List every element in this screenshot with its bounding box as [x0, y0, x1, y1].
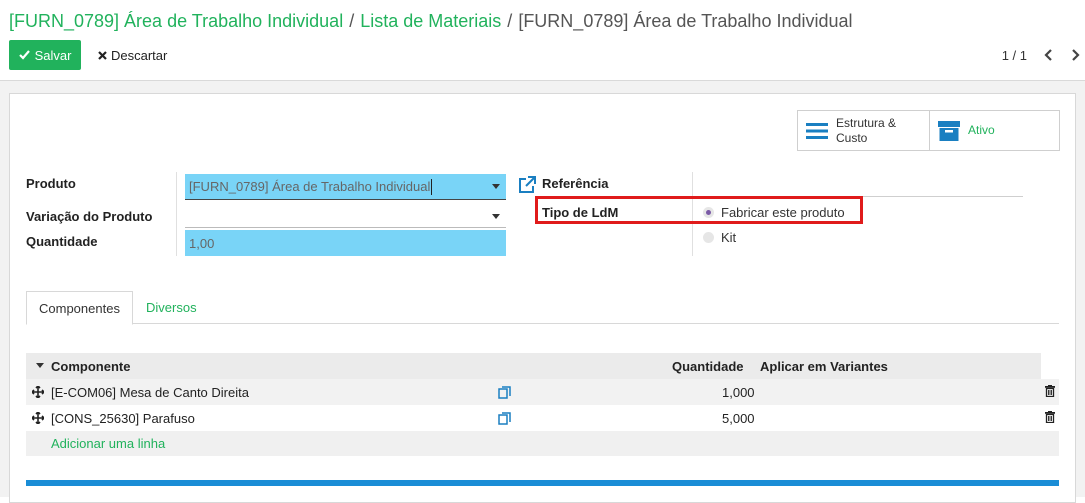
x-icon [98, 50, 107, 60]
breadcrumb-item-product[interactable]: [FURN_0789] Área de Trabalho Individual [9, 11, 343, 31]
drag-handle-icon[interactable] [32, 412, 44, 424]
active-label: Ativo [968, 123, 995, 137]
bom-type-option-label: Kit [721, 230, 737, 245]
chevron-right-icon [1072, 49, 1080, 61]
column-header-quantity[interactable]: Quantidade [672, 359, 744, 374]
structure-cost-label-line1: Estrutura & [836, 115, 897, 130]
trash-icon[interactable] [1045, 411, 1055, 423]
chevron-left-icon [1044, 49, 1052, 61]
tab-miscellaneous[interactable]: Diversos [134, 291, 209, 324]
add-line-row: Adicionar uma linha [26, 431, 1059, 456]
product-field-value: [FURN_0789] Área de Trabalho Individual [189, 179, 431, 194]
product-field[interactable]: [FURN_0789] Área de Trabalho Individual [185, 174, 506, 200]
check-icon [18, 50, 30, 60]
trash-icon[interactable] [1045, 385, 1055, 397]
quantity-field-value: 1,00 [189, 235, 215, 251]
tab-components[interactable]: Componentes [26, 291, 133, 325]
product-dropdown-caret-icon[interactable] [492, 184, 500, 189]
row-quantity: 1,000 [722, 385, 755, 400]
radio-unselected-icon[interactable] [703, 232, 714, 243]
column-header-component[interactable]: Componente [51, 359, 130, 374]
quantity-field[interactable]: 1,00 [185, 230, 506, 256]
reference-label: Referência [542, 176, 609, 191]
table-header: Componente Quantidade Aplicar em Variant… [26, 353, 1041, 379]
external-link-icon[interactable] [518, 176, 536, 194]
table-row[interactable]: [E-COM06] Mesa de Canto Direita 1,000 [26, 379, 1059, 405]
pager: 1 / 1 [1002, 45, 1085, 65]
row-quantity: 5,000 [722, 411, 755, 426]
smart-button-box: Estrutura & Custo Ativo [797, 110, 1060, 151]
structure-cost-button[interactable]: Estrutura & Custo [798, 111, 929, 150]
breadcrumb-item-bom-list[interactable]: Lista de Materiais [360, 11, 501, 31]
form-sheet: Estrutura & Custo Ativo Produto Variação… [9, 93, 1076, 503]
highlight-annotation-box [535, 196, 863, 224]
breadcrumb-item-current: [FURN_0789] Área de Trabalho Individual [518, 11, 853, 31]
discard-button-label: Descartar [111, 47, 168, 63]
save-button[interactable]: Salvar [9, 40, 81, 70]
breadcrumb-separator: / [349, 11, 355, 31]
pager-value[interactable]: 1 / 1 [1002, 48, 1027, 63]
row-component-name: [E-COM06] Mesa de Canto Direita [51, 385, 249, 400]
pager-previous-button[interactable] [1041, 45, 1055, 65]
variant-dropdown-caret-icon[interactable] [492, 214, 500, 219]
archive-icon [938, 120, 960, 141]
product-variant-field[interactable] [185, 202, 506, 228]
bom-type-option-kit[interactable]: Kit [703, 230, 736, 245]
sort-caret-down-icon[interactable] [36, 363, 44, 369]
column-header-variants[interactable]: Aplicar em Variantes [760, 359, 888, 374]
product-variant-label: Variação do Produto [26, 209, 153, 224]
row-component-name: [CONS_25630] Parafuso [51, 411, 195, 426]
text-cursor [431, 178, 433, 195]
drag-handle-icon[interactable] [32, 386, 44, 398]
product-label: Produto [26, 176, 76, 191]
copy-icon[interactable] [498, 412, 511, 425]
save-button-label: Salvar [34, 47, 72, 63]
add-line-link[interactable]: Adicionar uma linha [51, 436, 165, 451]
table-row[interactable]: [CONS_25630] Parafuso 5,000 [26, 405, 1059, 431]
structure-cost-label: Estrutura & Custo [836, 116, 896, 146]
copy-icon[interactable] [498, 386, 511, 399]
list-icon [806, 122, 828, 139]
components-table: Componente Quantidade Aplicar em Variant… [26, 353, 1059, 456]
quantity-label: Quantidade [26, 234, 98, 249]
breadcrumb-separator: / [507, 11, 513, 31]
breadcrumb: [FURN_0789] Área de Trabalho Individual /… [9, 11, 853, 32]
structure-cost-label-line2: Custo [836, 130, 868, 145]
discard-button[interactable]: Descartar [92, 40, 173, 70]
field-separator [176, 172, 177, 256]
pager-next-button[interactable] [1069, 45, 1083, 65]
active-toggle-button[interactable]: Ativo [929, 111, 1059, 150]
section-bottom-bar [26, 480, 1059, 486]
notebook-tabs: Componentes Diversos [26, 291, 1059, 325]
